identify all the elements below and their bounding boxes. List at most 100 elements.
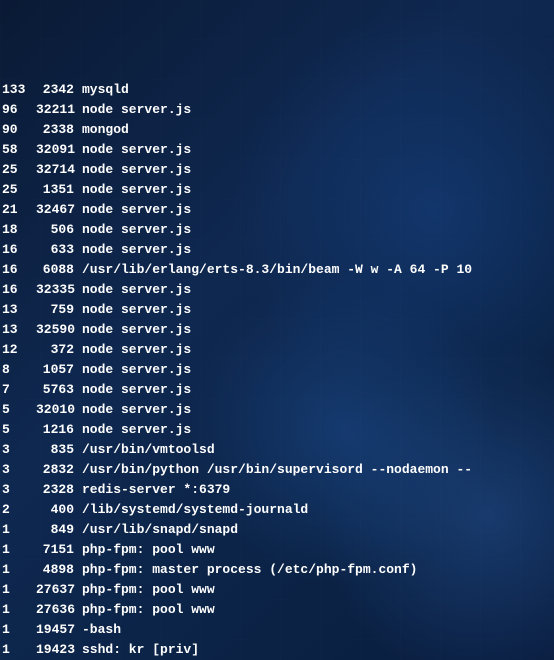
col-count: 7 xyxy=(2,380,36,400)
process-row: 1332590node server.js xyxy=(2,320,554,340)
col-pid: 400 xyxy=(36,500,82,520)
col-pid: 2338 xyxy=(36,120,82,140)
col-pid: 19423 xyxy=(36,640,82,660)
col-command: node server.js xyxy=(82,300,554,320)
col-count: 3 xyxy=(2,440,36,460)
col-command: node server.js xyxy=(82,160,554,180)
process-row: 127636php-fpm: pool www xyxy=(2,600,554,620)
col-pid: 32335 xyxy=(36,280,82,300)
process-row: 32832/usr/bin/python /usr/bin/supervisor… xyxy=(2,460,554,480)
process-row: 13759node server.js xyxy=(2,300,554,320)
col-command: redis-server *:6379 xyxy=(82,480,554,500)
col-count: 58 xyxy=(2,140,36,160)
col-pid: 7151 xyxy=(36,540,82,560)
col-command: node server.js xyxy=(82,380,554,400)
col-pid: 32010 xyxy=(36,400,82,420)
col-count: 21 xyxy=(2,200,36,220)
process-row: 1849/usr/lib/snapd/snapd xyxy=(2,520,554,540)
col-command: /usr/lib/erlang/erts-8.3/bin/beam -W w -… xyxy=(82,260,554,280)
process-row: 16633node server.js xyxy=(2,240,554,260)
col-count: 96 xyxy=(2,100,36,120)
col-command: php-fpm: master process (/etc/php-fpm.co… xyxy=(82,560,554,580)
col-command: node server.js xyxy=(82,360,554,380)
col-count: 1 xyxy=(2,560,36,580)
process-row: 12372node server.js xyxy=(2,340,554,360)
col-count: 1 xyxy=(2,640,36,660)
col-pid: 6088 xyxy=(36,260,82,280)
col-pid: 2832 xyxy=(36,460,82,480)
col-command: mongod xyxy=(82,120,554,140)
col-command: php-fpm: pool www xyxy=(82,580,554,600)
col-pid: 5763 xyxy=(36,380,82,400)
process-row: 81057node server.js xyxy=(2,360,554,380)
process-row: 127637php-fpm: pool www xyxy=(2,580,554,600)
col-command: node server.js xyxy=(82,420,554,440)
col-count: 1 xyxy=(2,540,36,560)
col-count: 2 xyxy=(2,500,36,520)
col-count: 3 xyxy=(2,460,36,480)
col-command: node server.js xyxy=(82,140,554,160)
process-row: 18506node server.js xyxy=(2,220,554,240)
col-command: php-fpm: pool www xyxy=(82,540,554,560)
process-row: 2132467node server.js xyxy=(2,200,554,220)
col-count: 5 xyxy=(2,420,36,440)
process-row: 1632335node server.js xyxy=(2,280,554,300)
process-row: 32328redis-server *:6379 xyxy=(2,480,554,500)
process-row: 532010node server.js xyxy=(2,400,554,420)
col-pid: 835 xyxy=(36,440,82,460)
process-row: 902338mongod xyxy=(2,120,554,140)
col-command: node server.js xyxy=(82,400,554,420)
col-count: 8 xyxy=(2,360,36,380)
col-pid: 19457 xyxy=(36,620,82,640)
process-row: 2532714node server.js xyxy=(2,160,554,180)
process-row: 5832091node server.js xyxy=(2,140,554,160)
col-pid: 1057 xyxy=(36,360,82,380)
col-pid: 372 xyxy=(36,340,82,360)
col-pid: 27637 xyxy=(36,580,82,600)
col-command: /usr/bin/vmtoolsd xyxy=(82,440,554,460)
col-pid: 633 xyxy=(36,240,82,260)
col-command: sshd: kr [priv] xyxy=(82,640,554,660)
col-pid: 32467 xyxy=(36,200,82,220)
process-row: 166088/usr/lib/erlang/erts-8.3/bin/beam … xyxy=(2,260,554,280)
process-row: 14898php-fpm: master process (/etc/php-f… xyxy=(2,560,554,580)
col-command: /lib/systemd/systemd-journald xyxy=(82,500,554,520)
col-count: 13 xyxy=(2,320,36,340)
process-row: 119423sshd: kr [priv] xyxy=(2,640,554,660)
col-pid: 4898 xyxy=(36,560,82,580)
col-count: 1 xyxy=(2,620,36,640)
col-count: 1 xyxy=(2,600,36,620)
col-count: 90 xyxy=(2,120,36,140)
col-pid: 849 xyxy=(36,520,82,540)
process-row: 1332342mysqld xyxy=(2,80,554,100)
col-count: 16 xyxy=(2,280,36,300)
process-row: 75763node server.js xyxy=(2,380,554,400)
col-command: node server.js xyxy=(82,100,554,120)
col-count: 1 xyxy=(2,580,36,600)
col-pid: 32091 xyxy=(36,140,82,160)
col-pid: 27636 xyxy=(36,600,82,620)
col-pid: 759 xyxy=(36,300,82,320)
col-command: node server.js xyxy=(82,240,554,260)
col-pid: 32590 xyxy=(36,320,82,340)
col-command: node server.js xyxy=(82,180,554,200)
process-row: 17151php-fpm: pool www xyxy=(2,540,554,560)
process-row: 3835/usr/bin/vmtoolsd xyxy=(2,440,554,460)
col-count: 16 xyxy=(2,260,36,280)
col-count: 5 xyxy=(2,400,36,420)
col-command: node server.js xyxy=(82,340,554,360)
process-row: 2400/lib/systemd/systemd-journald xyxy=(2,500,554,520)
col-command: /usr/lib/snapd/snapd xyxy=(82,520,554,540)
col-command: node server.js xyxy=(82,280,554,300)
col-pid: 506 xyxy=(36,220,82,240)
process-row: 251351node server.js xyxy=(2,180,554,200)
col-command: node server.js xyxy=(82,200,554,220)
col-command: node server.js xyxy=(82,320,554,340)
col-count: 25 xyxy=(2,160,36,180)
process-row: 9632211node server.js xyxy=(2,100,554,120)
col-count: 16 xyxy=(2,240,36,260)
col-count: 13 xyxy=(2,300,36,320)
col-pid: 32211 xyxy=(36,100,82,120)
col-command: -bash xyxy=(82,620,554,640)
process-row: 51216node server.js xyxy=(2,420,554,440)
